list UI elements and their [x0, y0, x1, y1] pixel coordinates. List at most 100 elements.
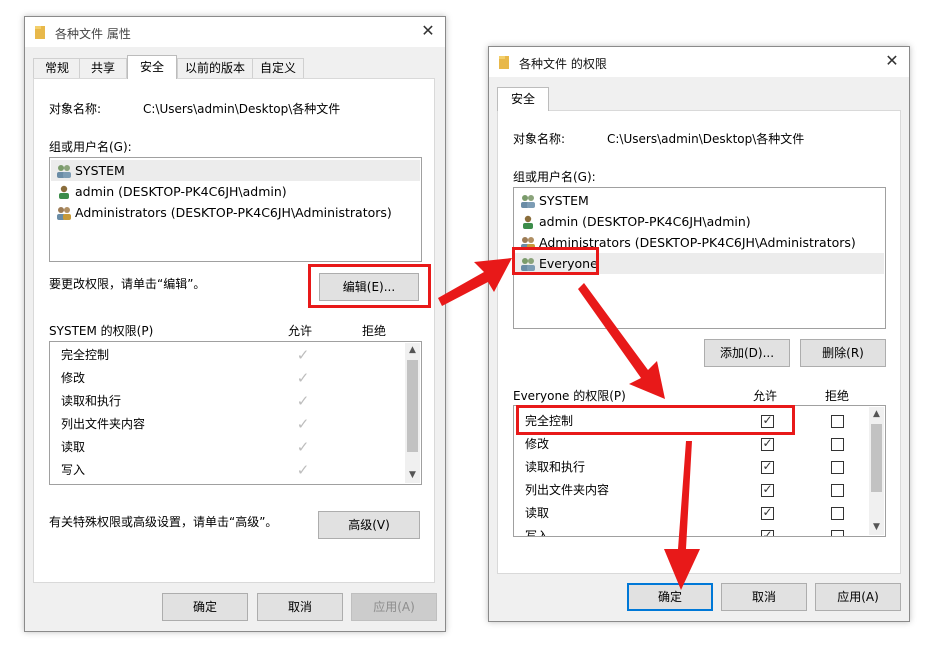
user-name: Administrators (DESKTOP-PK4C6JH\Administ… — [539, 235, 856, 250]
permissions-tabs: 安全 — [497, 87, 597, 111]
check-icon: ✓ — [296, 392, 310, 410]
ok-button[interactable]: 确定 — [162, 593, 248, 621]
deny-checkbox[interactable] — [831, 484, 844, 497]
scroll-thumb[interactable] — [407, 360, 418, 452]
tab-general[interactable]: 常规 — [33, 58, 81, 78]
check-icon: ✓ — [296, 346, 310, 364]
user-row-admin[interactable]: admin (DESKTOP-PK4C6JH\admin) — [51, 181, 420, 202]
security-panel: 对象名称: C:\Users\admin\Desktop\各种文件 组或用户名(… — [33, 78, 435, 583]
deny-column-label: 拒绝 — [825, 389, 850, 403]
permission-name: 写入 — [61, 463, 86, 477]
properties-dialog: 各种文件 属性 ✕ 常规 共享 安全 以前的版本 自定义 对象名称: C:\Us… — [24, 16, 446, 632]
allow-checkbox[interactable]: ✓ — [761, 482, 774, 497]
permission-name: 读取和执行 — [525, 460, 586, 474]
permissions-dialog: 各种文件 的权限 ✕ 安全 对象名称: C:\Users\admin\Deskt… — [488, 46, 910, 622]
advanced-hint: 有关特殊权限或高级设置，请单击“高级”。 — [49, 515, 278, 529]
user-name: SYSTEM — [539, 193, 589, 208]
ok-button[interactable]: 确定 — [627, 583, 713, 611]
edit-button[interactable]: 编辑(E)... — [319, 273, 419, 301]
permission-row: 完全控制 ✓ — [51, 344, 405, 367]
properties-tabs: 常规 共享 安全 以前的版本 自定义 — [33, 55, 433, 79]
cancel-button[interactable]: 取消 — [257, 593, 343, 621]
group-user-label: 组或用户名(G): — [513, 170, 596, 184]
permission-row: 修改 ✓ — [515, 433, 869, 456]
scroll-thumb[interactable] — [871, 424, 882, 492]
object-name-label: 对象名称: — [513, 132, 566, 146]
permission-scrollbar[interactable]: ▲ ▼ — [869, 407, 884, 535]
permission-list: 完全控制 ✓ 修改 ✓ 读取和执行 ✓ 列出文件夹内容 ✓ 读取 ✓ 写入 ✓ — [49, 341, 422, 485]
check-icon: ✓ — [296, 438, 310, 456]
add-user-button[interactable]: 添加(D)... — [704, 339, 790, 367]
permission-name: 完全控制 — [525, 414, 574, 428]
apply-button[interactable]: 应用(A) — [351, 593, 437, 621]
properties-titlebar: 各种文件 属性 ✕ — [25, 17, 445, 47]
permission-name: 修改 — [525, 437, 550, 451]
object-name-value: C:\Users\admin\Desktop\各种文件 — [143, 102, 341, 116]
user-name: admin (DESKTOP-PK4C6JH\admin) — [539, 214, 751, 229]
users-group-icon — [57, 165, 71, 178]
remove-user-button[interactable]: 删除(R) — [800, 339, 886, 367]
object-name-label: 对象名称: — [49, 102, 102, 116]
close-icon[interactable]: ✕ — [419, 22, 437, 40]
permission-scrollbar[interactable]: ▲ ▼ — [405, 343, 420, 483]
object-name-value: C:\Users\admin\Desktop\各种文件 — [607, 132, 805, 146]
close-icon[interactable]: ✕ — [883, 52, 901, 70]
permissions-title: 各种文件 的权限 — [519, 57, 607, 71]
tab-customize[interactable]: 自定义 — [252, 58, 304, 78]
user-row-system[interactable]: SYSTEM — [515, 190, 884, 211]
user-list[interactable]: SYSTEM admin (DESKTOP-PK4C6JH\admin) Adm… — [49, 157, 422, 262]
permissions-titlebar: 各种文件 的权限 ✕ — [489, 47, 909, 77]
deny-checkbox[interactable] — [831, 507, 844, 520]
allow-checkbox[interactable]: ✓ — [761, 459, 774, 474]
permission-row: 读取 ✓ — [515, 502, 869, 525]
user-icon — [59, 185, 69, 199]
allow-column-label: 允许 — [288, 324, 313, 338]
user-row-system[interactable]: SYSTEM — [51, 160, 420, 181]
permission-name: 读取 — [525, 506, 550, 520]
allow-checkbox[interactable]: ✓ — [761, 413, 774, 428]
deny-checkbox[interactable] — [831, 461, 844, 474]
deny-checkbox[interactable] — [831, 530, 844, 536]
edit-hint: 要更改权限，请单击“编辑”。 — [49, 277, 206, 291]
permission-row: 读取和执行 ✓ — [51, 390, 405, 413]
permission-name: 读取和执行 — [61, 394, 122, 408]
permission-row: 写入 ✓ — [51, 459, 405, 482]
deny-checkbox[interactable] — [831, 438, 844, 451]
permission-row: 完全控制 ✓ — [515, 410, 869, 433]
permission-name: 写入 — [525, 529, 550, 537]
folder-icon — [35, 26, 45, 39]
scroll-down-icon[interactable]: ▼ — [405, 468, 420, 483]
user-row-admin[interactable]: admin (DESKTOP-PK4C6JH\admin) — [515, 211, 884, 232]
allow-checkbox[interactable]: ✓ — [761, 505, 774, 520]
user-row-administrators[interactable]: Administrators (DESKTOP-PK4C6JH\Administ… — [51, 202, 420, 223]
allow-column-label: 允许 — [753, 389, 778, 403]
permissions-panel: 对象名称: C:\Users\admin\Desktop\各种文件 组或用户名(… — [497, 110, 901, 574]
permission-row: 修改 ✓ — [51, 367, 405, 390]
user-icon — [523, 215, 533, 229]
tab-security[interactable]: 安全 — [127, 55, 177, 79]
permissions-title: SYSTEM 的权限(P) — [49, 324, 154, 338]
deny-checkbox[interactable] — [831, 415, 844, 428]
tab-security[interactable]: 安全 — [497, 87, 549, 111]
permission-row: 读取 ✓ — [51, 436, 405, 459]
check-icon: ✓ — [296, 461, 310, 479]
user-name: Administrators (DESKTOP-PK4C6JH\Administ… — [75, 205, 392, 220]
deny-column-label: 拒绝 — [362, 324, 387, 338]
permission-name: 完全控制 — [61, 348, 110, 362]
permission-name: 读取 — [61, 440, 86, 454]
user-row-everyone[interactable]: Everyone — [515, 253, 884, 274]
apply-button[interactable]: 应用(A) — [815, 583, 901, 611]
user-name: admin (DESKTOP-PK4C6JH\admin) — [75, 184, 287, 199]
permission-row: 读取和执行 ✓ — [515, 456, 869, 479]
user-row-administrators[interactable]: Administrators (DESKTOP-PK4C6JH\Administ… — [515, 232, 884, 253]
user-list[interactable]: SYSTEM admin (DESKTOP-PK4C6JH\admin) Adm… — [513, 187, 886, 329]
cancel-button[interactable]: 取消 — [721, 583, 807, 611]
tab-previous-versions[interactable]: 以前的版本 — [177, 58, 253, 78]
tab-sharing[interactable]: 共享 — [79, 58, 127, 78]
allow-checkbox[interactable]: ✓ — [761, 528, 774, 536]
scroll-up-icon[interactable]: ▲ — [869, 407, 884, 422]
allow-checkbox[interactable]: ✓ — [761, 436, 774, 451]
advanced-button[interactable]: 高级(V) — [318, 511, 420, 539]
scroll-up-icon[interactable]: ▲ — [405, 343, 420, 358]
scroll-down-icon[interactable]: ▼ — [869, 520, 884, 535]
